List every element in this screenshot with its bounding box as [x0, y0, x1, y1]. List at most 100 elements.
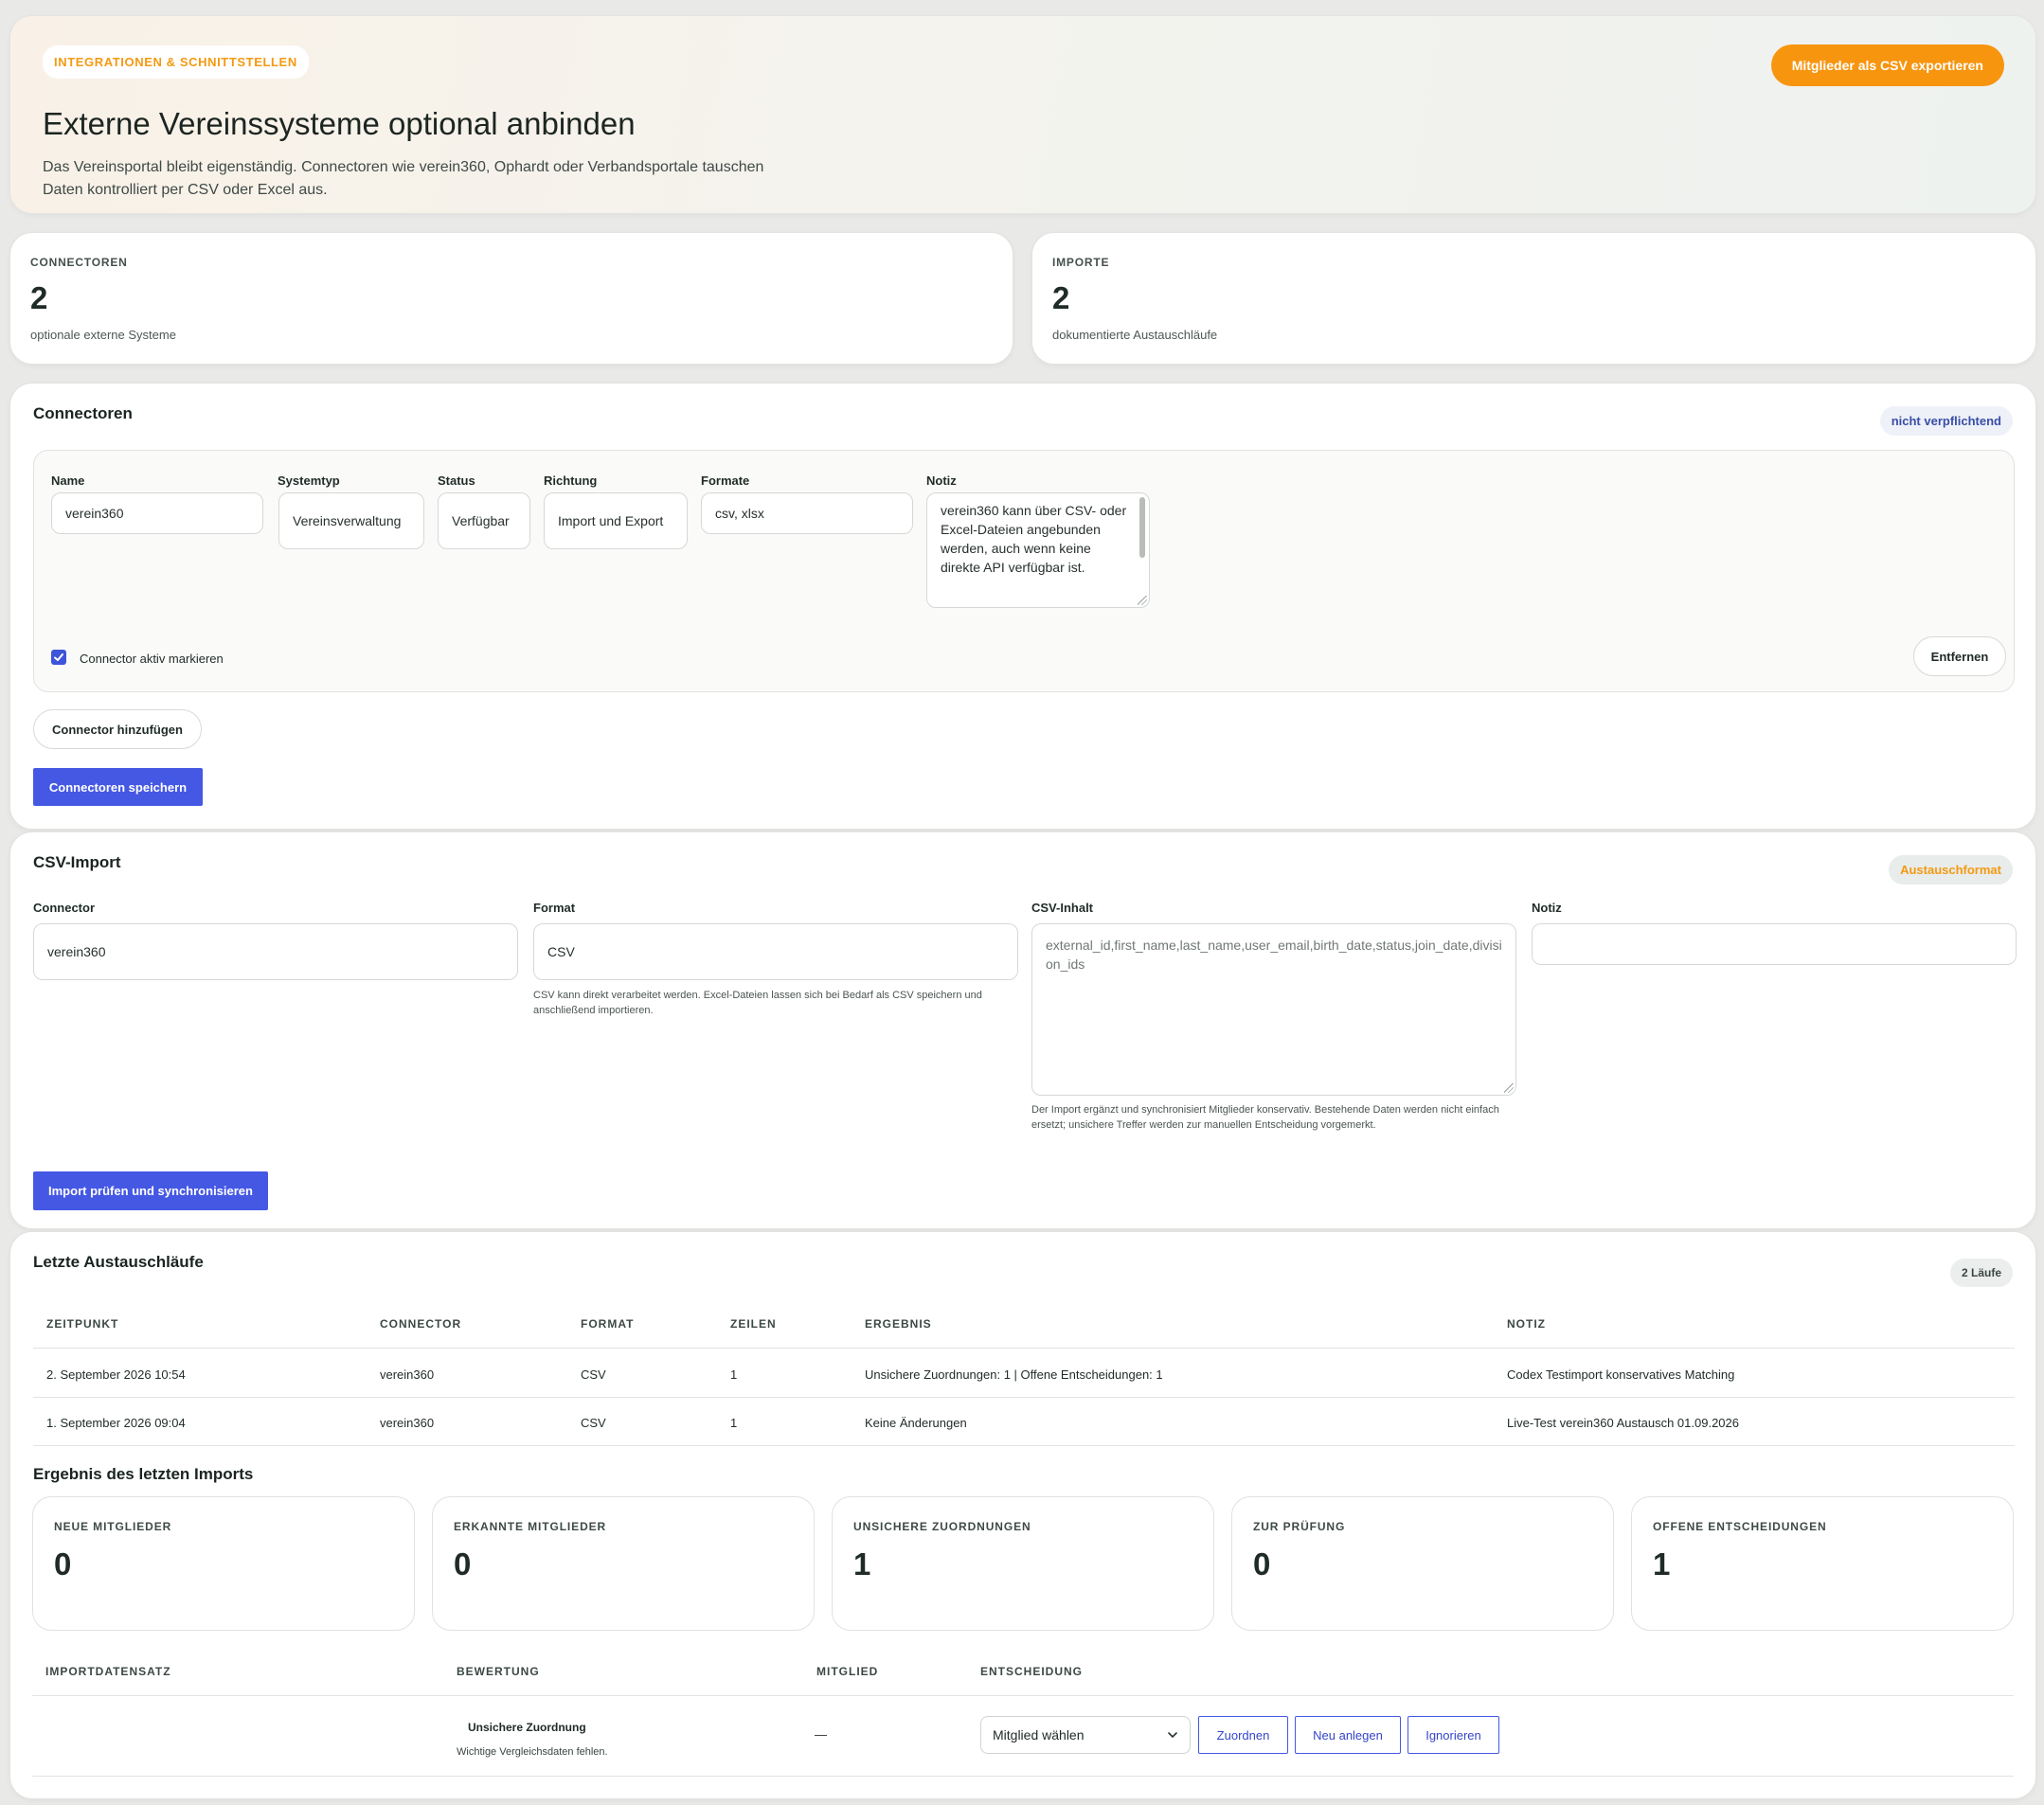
section-title: CSV-Import — [33, 853, 121, 871]
active-checkbox-label[interactable]: Connector aktiv markieren — [80, 652, 224, 666]
formate-input[interactable]: csv, xlsx — [701, 492, 913, 534]
connector-label: Connector — [33, 901, 95, 915]
csv-import-section: CSV-Import Austauschformat Connector ver… — [9, 831, 2036, 1229]
result-card-open: OFFENE ENTSCHEIDUNGEN 1 — [1631, 1496, 2014, 1631]
chevron-down-icon — [1168, 1732, 1177, 1739]
hero-eyebrow: INTEGRATIONEN & SCHNITTSTELLEN — [43, 45, 309, 79]
add-connector-button[interactable]: Connector hinzufügen — [33, 709, 202, 749]
column-header: BEWERTUNG — [457, 1665, 540, 1678]
notiz-text: verein360 kann über CSV- oder Excel-Date… — [941, 503, 1127, 575]
result-card-new: NEUE MITGLIEDER 0 — [32, 1496, 415, 1631]
member-cell: — — [815, 1727, 827, 1742]
result-card-review: ZUR PRÜFUNG 0 — [1231, 1496, 1614, 1631]
divider — [33, 1445, 2015, 1446]
save-connectors-button[interactable]: Connectoren speichern — [33, 768, 203, 806]
systemtyp-select[interactable]: Vereinsverwaltung — [278, 492, 424, 549]
stat-card-imports: IMPORTE 2 dokumentierte Austauschläufe — [1031, 232, 2036, 365]
result-label: OFFENE ENTSCHEIDUNGEN — [1653, 1520, 1827, 1533]
csv-content-textarea[interactable]: external_id,first_name,last_name,user_em… — [1031, 923, 1516, 1096]
checkmark-icon — [54, 653, 63, 661]
result-value: 0 — [454, 1546, 472, 1582]
csv-content-hint: Der Import ergänzt und synchronisiert Mi… — [1031, 1104, 1499, 1131]
result-value: 0 — [1253, 1546, 1271, 1582]
import-notiz-input[interactable] — [1532, 923, 2017, 965]
table-cell: verein360 — [380, 1416, 435, 1430]
divider — [33, 1348, 2015, 1349]
stat-label: CONNECTOREN — [30, 256, 128, 269]
result-label: NEUE MITGLIEDER — [54, 1520, 172, 1533]
scrollbar-thumb[interactable] — [1139, 497, 1145, 558]
optional-badge: nicht verpflichtend — [1879, 406, 2013, 436]
notiz-label: Notiz — [926, 474, 957, 488]
table-cell: 1 — [730, 1367, 738, 1382]
remove-connector-button[interactable]: Entfernen — [1913, 636, 2006, 676]
divider — [32, 1776, 2014, 1777]
stat-value: 2 — [1052, 280, 1070, 315]
table-cell: CSV — [581, 1416, 606, 1430]
connector-item: Name verein360 Systemtyp Vereinsverwaltu… — [33, 450, 2015, 692]
table-cell: 2. September 2026 10:54 — [46, 1367, 186, 1382]
formate-label: Formate — [701, 474, 750, 488]
assign-button[interactable]: Zuordnen — [1198, 1716, 1288, 1754]
csv-content-label: CSV-Inhalt — [1031, 901, 1094, 915]
export-csv-button[interactable]: Mitglieder als CSV exportieren — [1770, 45, 2004, 86]
resize-handle-icon[interactable] — [1138, 596, 1147, 605]
import-notiz-label: Notiz — [1532, 901, 1562, 915]
section-title: Connectoren — [33, 404, 133, 422]
column-header: ZEITPUNKT — [46, 1317, 119, 1331]
format-hint: CSV kann direkt verarbeitet werden. Exce… — [533, 990, 982, 1016]
column-header: CONNECTOR — [380, 1317, 462, 1331]
member-select-value: Mitglied wählen — [993, 1727, 1085, 1742]
format-badge: Austauschformat — [1889, 855, 2013, 885]
section-title: Letzte Austauschläufe — [33, 1253, 204, 1271]
table-cell: Codex Testimport konservatives Matching — [1507, 1367, 1735, 1382]
active-checkbox[interactable] — [51, 650, 66, 665]
status-select[interactable]: Verfügbar — [438, 492, 530, 549]
column-header: ZEILEN — [730, 1317, 777, 1331]
rating-title: Unsichere Zuordnung — [468, 1721, 586, 1734]
import-sync-button[interactable]: Import prüfen und synchronisieren — [33, 1171, 268, 1210]
table-cell: 1 — [730, 1416, 738, 1430]
column-header: FORMAT — [581, 1317, 635, 1331]
create-new-button[interactable]: Neu anlegen — [1295, 1716, 1401, 1754]
result-label: UNSICHERE ZUORDNUNGEN — [853, 1520, 1031, 1533]
ignore-button[interactable]: Ignorieren — [1407, 1716, 1499, 1754]
stat-card-connectors: CONNECTOREN 2 optionale externe Systeme — [9, 232, 1013, 365]
table-cell: Live-Test verein360 Austausch 01.09.2026 — [1507, 1416, 1740, 1430]
csv-content-placeholder: external_id,first_name,last_name,user_em… — [1046, 938, 1502, 972]
name-input[interactable]: verein360 — [51, 492, 263, 534]
stat-value: 2 — [30, 280, 48, 315]
table-cell: 1. September 2026 09:04 — [46, 1416, 186, 1430]
result-label: ZUR PRÜFUNG — [1253, 1520, 1346, 1533]
result-value: 1 — [853, 1546, 871, 1582]
notiz-textarea[interactable]: verein360 kann über CSV- oder Excel-Date… — [926, 492, 1150, 608]
table-cell: CSV — [581, 1367, 606, 1382]
result-card-recognized: ERKANNTE MITGLIEDER 0 — [432, 1496, 815, 1631]
column-header: IMPORTDATENSATZ — [45, 1665, 171, 1678]
richtung-select[interactable]: Import und Export — [544, 492, 688, 549]
result-value: 1 — [1653, 1546, 1671, 1582]
column-header: ERGEBNIS — [865, 1317, 932, 1331]
format-select[interactable]: CSV — [533, 923, 1018, 980]
last-import-title: Ergebnis des letzten Imports — [33, 1465, 254, 1483]
column-header: NOTIZ — [1507, 1317, 1546, 1331]
stat-subtitle: optionale externe Systeme — [30, 328, 176, 342]
connectors-section: Connectoren nicht verpflichtend Name ver… — [9, 383, 2036, 830]
runs-count-badge: 2 Läufe — [1949, 1259, 2013, 1287]
connector-select[interactable]: verein360 — [33, 923, 518, 980]
result-card-uncertain: UNSICHERE ZUORDNUNGEN 1 — [832, 1496, 1214, 1631]
systemtyp-label: Systemtyp — [278, 474, 340, 488]
stat-label: IMPORTE — [1052, 256, 1110, 269]
page-title: Externe Vereinssysteme optional anbinden — [43, 106, 636, 141]
table-cell: Unsichere Zuordnungen: 1 | Offene Entsch… — [865, 1367, 1163, 1382]
resize-handle-icon[interactable] — [1504, 1083, 1514, 1093]
divider — [32, 1695, 2014, 1696]
format-label: Format — [533, 901, 576, 915]
divider — [33, 1397, 2015, 1398]
hero-panel: INTEGRATIONEN & SCHNITTSTELLEN Externe V… — [9, 15, 2036, 214]
rating-note: Wichtige Vergleichsdaten fehlen. — [457, 1746, 608, 1758]
table-cell: verein360 — [380, 1367, 435, 1382]
member-select[interactable]: Mitglied wählen — [980, 1716, 1191, 1754]
richtung-label: Richtung — [544, 474, 598, 488]
name-label: Name — [51, 474, 85, 488]
